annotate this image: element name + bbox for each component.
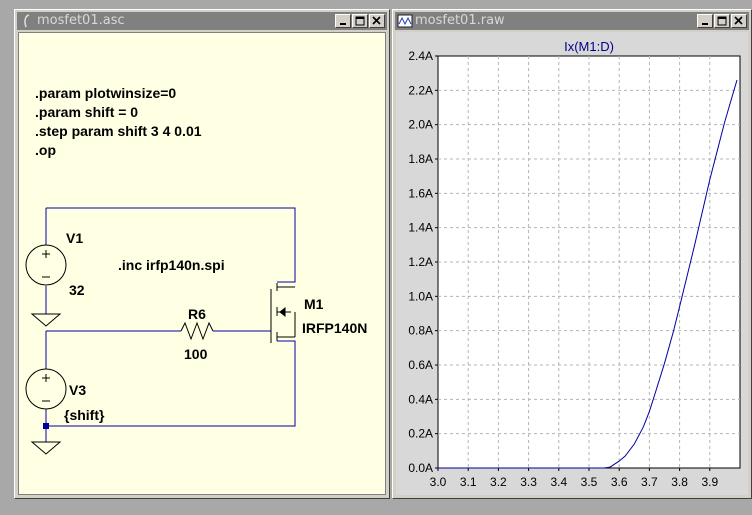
y-tick-label: 1.6A [408,186,433,200]
ground-symbol-v1 [30,313,62,327]
v1-name[interactable]: V1 [66,230,83,246]
y-axis-labels[interactable]: 0.0A 0.2A 0.4A 0.6A 0.8A 1.0A 1.2A 1.4A 1.6A 1.8A… [408,49,433,475]
maximize-icon [717,16,727,26]
x-tick-label: 3.6 [611,475,628,489]
y-tick-label: 1.4A [408,221,433,235]
plot-window-title: mosfet01.raw [415,13,505,28]
y-tick-label: 0.0A [408,461,433,475]
junction-dot [43,423,49,429]
x-axis-labels[interactable]: 3.0 3.1 3.2 3.3 3.4 3.5 3.6 3.7 3.8 3.9 [430,475,719,489]
m1-mosfet-symbol[interactable] [270,283,296,343]
directive-op[interactable]: .op [35,142,56,158]
x-tick-label: 3.5 [581,475,598,489]
schematic-titlebar[interactable]: mosfet01.asc [17,12,387,30]
plot-close-button[interactable] [731,14,747,28]
schematic-canvas[interactable]: .param plotwinsize=0 .param shift = 0 .s… [18,32,386,495]
y-tick-label: 1.8A [408,152,433,166]
y-tick-label: 0.6A [408,358,433,372]
plot-maximize-button[interactable] [714,14,730,28]
schematic-window[interactable]: mosfet01.asc .param plotwinsize=0 .param… [14,9,390,499]
x-tick-label: 3.2 [490,475,507,489]
x-tick-label: 3.8 [671,475,688,489]
maximize-icon [355,16,365,26]
y-tick-label: 0.4A [408,392,433,406]
x-tick-label: 3.1 [460,475,477,489]
v1-value[interactable]: 32 [69,282,85,298]
schematic-window-title: mosfet01.asc [37,13,125,28]
directive-plotwinsize[interactable]: .param plotwinsize=0 [35,85,176,101]
r6-value[interactable]: 100 [184,346,208,362]
r6-resistor-symbol[interactable] [180,321,214,341]
y-tick-label: 2.0A [408,118,433,132]
plot-titlebar[interactable]: mosfet01.raw [395,12,749,30]
trace-title[interactable]: Ix(M1:D) [564,39,614,54]
plot-pane[interactable]: Ix(M1:D) 0.0A 0.2A 0.4A 0.6A 0.8A 1.0A 1.2A 1.4… [396,32,748,495]
plot-minimize-button[interactable] [697,14,713,28]
close-button[interactable] [369,14,385,28]
y-tick-label: 0.8A [408,324,433,338]
y-tick-label: 1.2A [408,255,433,269]
schematic-file-icon [24,14,30,28]
v1-source-symbol[interactable] [25,244,67,286]
schematic-drawing: .param plotwinsize=0 .param shift = 0 .s… [25,85,367,455]
m1-name[interactable]: M1 [304,296,324,312]
minimize-button[interactable] [335,14,351,28]
ground-symbol-v3 [30,441,62,455]
close-icon [372,16,381,25]
y-tick-label: 2.2A [408,83,433,97]
directive-step[interactable]: .step param shift 3 4 0.01 [35,123,202,139]
x-tick-label: 3.0 [430,475,447,489]
x-tick-label: 3.9 [701,475,718,489]
y-tick-label: 0.2A [408,427,433,441]
m1-value[interactable]: IRFP140N [302,320,367,336]
plot-chart[interactable]: Ix(M1:D) 0.0A 0.2A 0.4A 0.6A 0.8A 1.0A 1.2A 1.4… [396,32,748,495]
directive-param-shift[interactable]: .param shift = 0 [35,104,138,120]
directive-include[interactable]: .inc irfp140n.spi [118,257,225,273]
v3-value[interactable]: {shift} [64,407,105,423]
close-icon [734,16,743,25]
x-tick-label: 3.7 [641,475,658,489]
minimize-icon [340,23,346,25]
minimize-icon [702,23,708,25]
v3-name[interactable]: V3 [69,382,86,398]
plot-window[interactable]: mosfet01.raw Ix(M1:D) 0.0A 0.2A 0.4A 0.6A 0.… [392,9,752,499]
x-tick-label: 3.3 [520,475,537,489]
x-tick-label: 3.4 [550,475,567,489]
r6-name[interactable]: R6 [188,306,206,322]
v3-source-symbol[interactable] [25,368,67,410]
maximize-button[interactable] [352,14,368,28]
y-tick-label: 2.4A [408,49,433,63]
waveform-icon [397,14,413,28]
y-tick-label: 1.0A [408,289,433,303]
